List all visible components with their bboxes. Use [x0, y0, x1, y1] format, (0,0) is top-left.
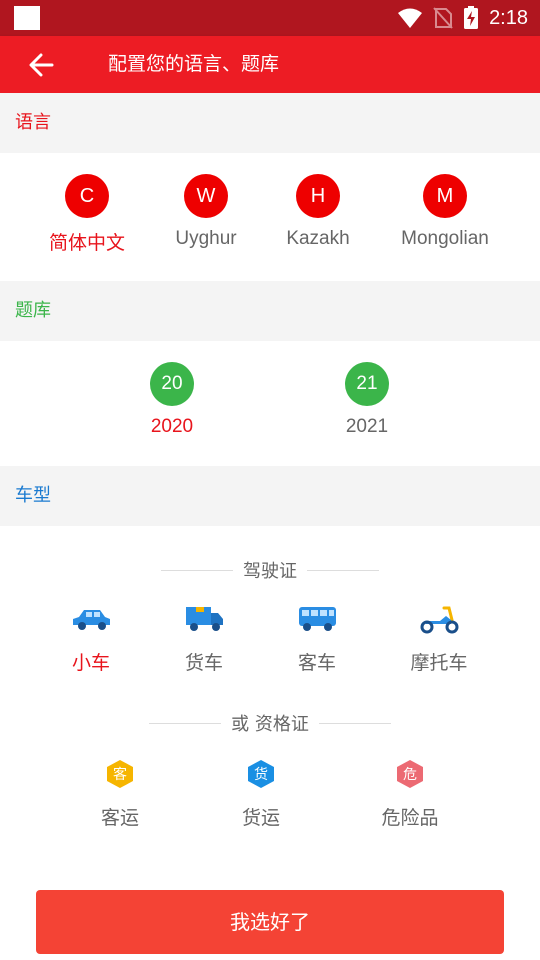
qualification-option-hazardous[interactable]: 危 危险品	[360, 759, 460, 830]
back-button[interactable]	[18, 48, 64, 82]
language-badge: H	[296, 174, 340, 218]
language-section-header: 语言	[0, 93, 540, 153]
question-bank-option-2021[interactable]: 21 2021	[317, 362, 417, 438]
arrow-left-icon	[29, 53, 54, 77]
qualification-option-passenger[interactable]: 客 客运	[80, 759, 160, 830]
no-sim-icon	[433, 7, 453, 29]
wifi-icon	[398, 8, 423, 28]
qualification-divider-label: 或 资格证	[231, 714, 309, 735]
language-label: 简体中文	[48, 233, 125, 254]
vehicle-label: 客车	[297, 653, 336, 674]
bus-icon	[299, 607, 336, 631]
divider-line	[149, 722, 222, 724]
question-bank-label: 2021	[345, 416, 389, 437]
language-option-chinese[interactable]: C 简体中文	[37, 174, 137, 255]
language-label: Uyghur	[175, 228, 237, 249]
qualification-label: 危险品	[381, 808, 439, 829]
license-divider: 驾驶证	[0, 557, 540, 583]
divider-line	[318, 722, 391, 724]
question-bank-badge: 20	[150, 362, 194, 406]
language-badge: W	[184, 174, 228, 218]
freight-badge-icon: 货	[248, 760, 274, 788]
language-label: Mongolian	[401, 228, 489, 249]
notification-icon	[14, 6, 40, 30]
car-icon	[73, 610, 110, 630]
language-option-uyghur[interactable]: W Uyghur	[156, 174, 256, 250]
app-bar: 配置您的语言、题库	[0, 36, 540, 93]
vehicle-label: 货车	[184, 653, 223, 674]
language-option-mongolian[interactable]: M Mongolian	[385, 174, 505, 250]
confirm-button[interactable]: 我选好了	[36, 890, 504, 954]
vehicle-option-bus[interactable]: 客车	[277, 604, 357, 675]
vehicle-option-car[interactable]: 小车	[51, 604, 131, 675]
language-label: Kazakh	[286, 228, 350, 249]
language-badge: C	[65, 174, 109, 218]
hazardous-badge-icon: 危	[397, 760, 423, 788]
divider-line	[307, 569, 379, 571]
license-divider-label: 驾驶证	[243, 561, 297, 582]
vehicle-option-motorcycle[interactable]: 摩托车	[394, 604, 484, 675]
language-option-kazakh[interactable]: H Kazakh	[268, 174, 368, 250]
qualification-badge-text: 货	[254, 766, 268, 783]
question-bank-label: 2020	[150, 416, 194, 437]
qualification-option-freight[interactable]: 货 货运	[221, 759, 301, 830]
vehicle-label: 小车	[71, 653, 110, 674]
qualification-label: 货运	[241, 808, 280, 829]
divider-line	[161, 569, 233, 571]
truck-icon	[186, 607, 223, 631]
motorcycle-icon	[420, 606, 459, 634]
status-bar: 2:18	[0, 0, 540, 36]
qualification-label: 客运	[100, 808, 139, 829]
passenger-badge-icon: 客	[107, 760, 133, 788]
status-time: 2:18	[489, 6, 528, 29]
vehicle-option-truck[interactable]: 货车	[164, 604, 244, 675]
battery-charging-icon	[464, 6, 479, 29]
vehicle-label: 摩托车	[410, 653, 468, 674]
status-icons: 2:18	[397, 0, 528, 36]
page-title: 配置您的语言、题库	[108, 53, 280, 75]
language-badge: M	[423, 174, 467, 218]
question-bank-badge: 21	[345, 362, 389, 406]
qualification-badge-text: 客	[113, 766, 127, 783]
question-bank-option-2020[interactable]: 20 2020	[122, 362, 222, 438]
qualification-badge-text: 危	[403, 767, 417, 783]
vehicle-type-section-header: 车型	[0, 466, 540, 526]
qualification-divider: 或 资格证	[0, 710, 540, 736]
question-bank-section-header: 题库	[0, 281, 540, 341]
